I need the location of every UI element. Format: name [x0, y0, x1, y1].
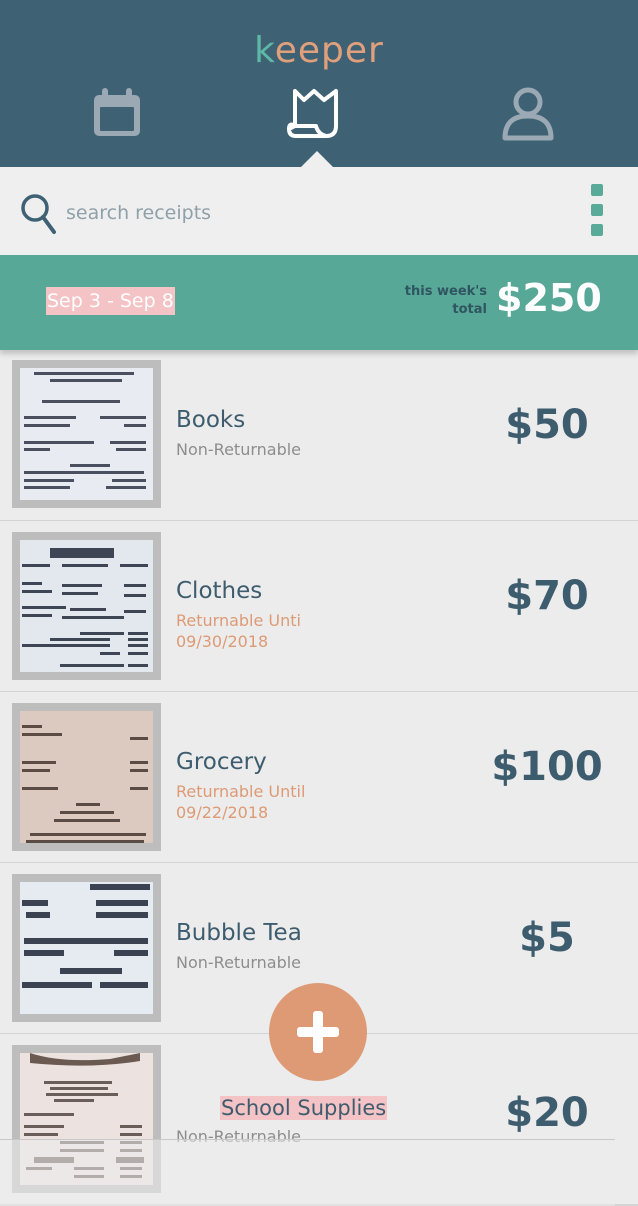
receipt-name: Books [176, 407, 246, 433]
receipt-image [20, 540, 153, 672]
app-logo: keeper [0, 30, 638, 71]
nav-receipts-tab[interactable] [286, 88, 344, 144]
receipt-row[interactable]: Books Non-Returnable $50 [0, 350, 638, 522]
profile-icon [502, 87, 554, 141]
nav-calendar-tab[interactable] [92, 86, 142, 142]
receipt-row[interactable]: Grocery Returnable Until 09/22/2018 $100 [0, 692, 638, 864]
receipt-status: Non-Returnable [176, 440, 302, 459]
receipt-amount: $5 [519, 915, 575, 961]
receipt-image [20, 882, 153, 1014]
receipt-status: Non-Returnable [176, 953, 302, 972]
week-range[interactable]: Sep 3 - Sep 8 [46, 287, 175, 315]
receipt-name: Grocery [176, 749, 267, 775]
receipt-thumbnail[interactable] [12, 874, 161, 1022]
receipt-name: Clothes [176, 578, 263, 604]
calendar-icon [94, 88, 140, 136]
app-root: keeper search receipts Sep 3 - Sep 8 thi… [0, 0, 638, 1206]
receipt-thumbnail[interactable] [12, 360, 161, 508]
search-icon[interactable] [20, 193, 60, 241]
receipt-amount: $100 [491, 744, 603, 790]
more-options-icon[interactable] [588, 184, 606, 238]
receipt-status-line1: Returnable Unti [176, 611, 301, 630]
receipt-status: Returnable Unti 09/30/2018 [176, 610, 346, 652]
receipt-name: Bubble Tea [176, 920, 302, 946]
logo-rest: eeper [274, 30, 384, 71]
logo-first-letter: k [254, 30, 275, 71]
week-total-label-line2: total [452, 302, 487, 317]
receipt-status-date: 09/22/2018 [176, 803, 269, 822]
receipt-status-date: 09/30/2018 [176, 632, 269, 651]
receipt-status-line1: Returnable Until [176, 782, 306, 801]
receipt-amount: $50 [505, 402, 589, 448]
week-total-label: this week's total [380, 283, 487, 319]
receipt-image [20, 711, 153, 843]
receipt-image [20, 368, 153, 500]
active-tab-indicator [300, 151, 334, 168]
receipt-icon [287, 89, 338, 138]
nav-profile-tab[interactable] [501, 86, 555, 146]
app-header: keeper [0, 0, 638, 168]
week-total-label-line1: this week's [404, 284, 487, 299]
receipt-amount: $20 [505, 1090, 589, 1136]
receipt-thumbnail[interactable] [12, 532, 161, 680]
receipt-thumbnail[interactable] [12, 703, 161, 851]
receipt-amount: $70 [505, 573, 589, 619]
receipt-name: School Supplies [220, 1096, 388, 1120]
bottom-overlay [0, 1139, 615, 1206]
add-receipt-button[interactable] [269, 983, 367, 1081]
plus-icon-vertical [313, 1011, 323, 1053]
receipt-status: Returnable Until 09/22/2018 [176, 781, 346, 823]
receipt-row[interactable]: Clothes Returnable Unti 09/30/2018 $70 [0, 521, 638, 693]
search-input[interactable] [66, 196, 366, 230]
week-total-amount: $250 [496, 276, 602, 320]
